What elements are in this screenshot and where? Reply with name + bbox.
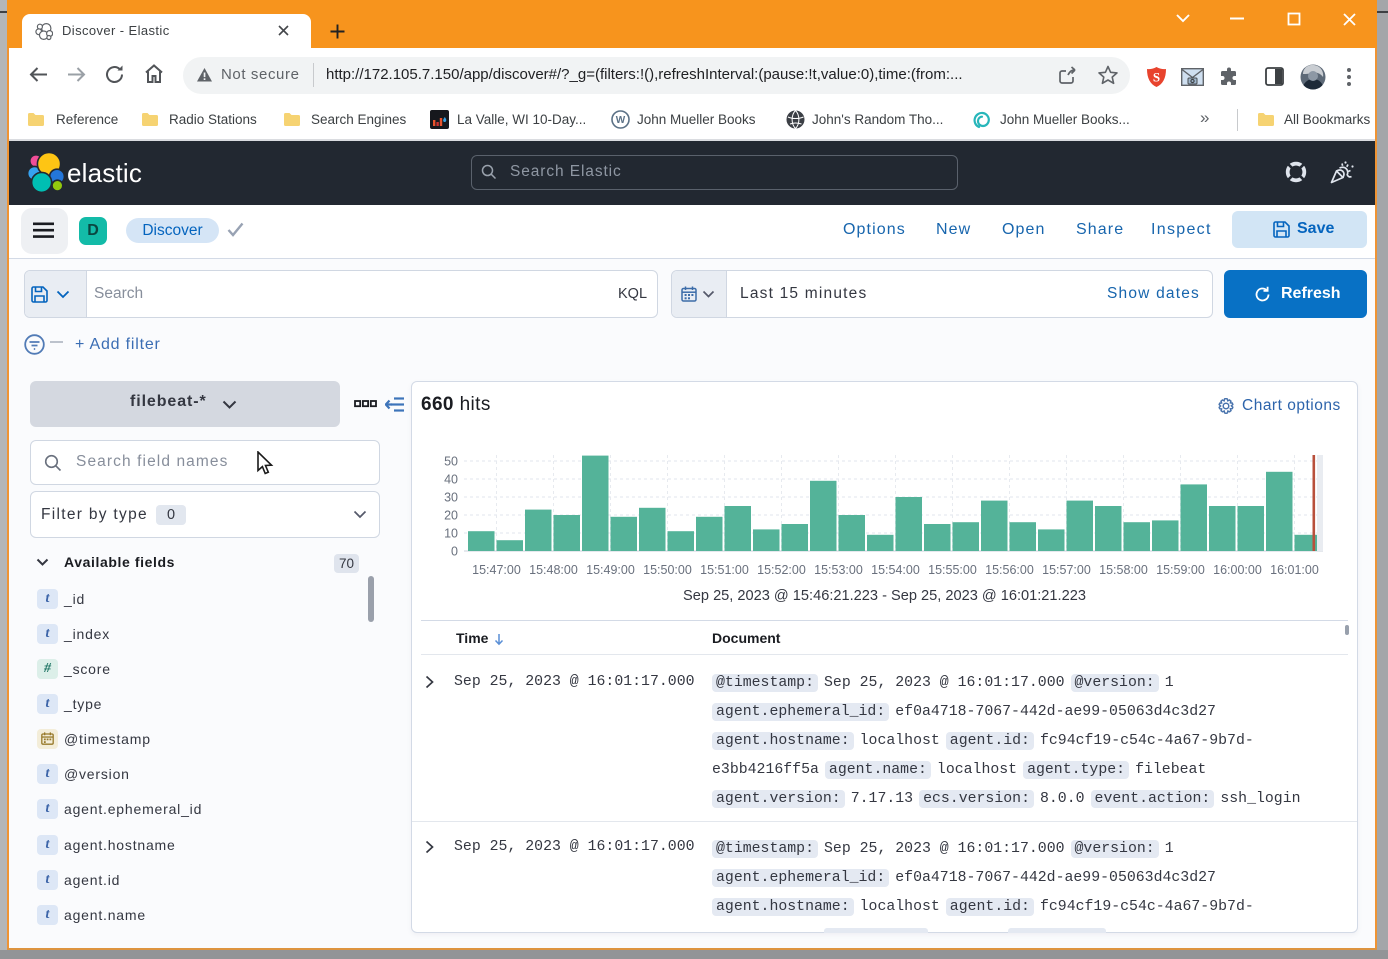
svg-text:40: 40 xyxy=(444,473,458,487)
svg-text:15:51:00: 15:51:00 xyxy=(700,563,749,577)
svg-text:15:56:00: 15:56:00 xyxy=(985,563,1034,577)
svg-text:15:50:00: 15:50:00 xyxy=(643,563,692,577)
svg-text:15:54:00: 15:54:00 xyxy=(871,563,920,577)
svg-text:15:48:00: 15:48:00 xyxy=(529,563,578,577)
svg-text:15:59:00: 15:59:00 xyxy=(1156,563,1205,577)
svg-text:15:58:00: 15:58:00 xyxy=(1099,563,1148,577)
svg-text:15:53:00: 15:53:00 xyxy=(814,563,863,577)
svg-text:W: W xyxy=(616,115,626,126)
svg-text:16:01:00: 16:01:00 xyxy=(1270,563,1319,577)
svg-text:15:47:00: 15:47:00 xyxy=(472,563,521,577)
svg-text:15:57:00: 15:57:00 xyxy=(1042,563,1091,577)
svg-text:0: 0 xyxy=(451,545,458,559)
svg-text:15:52:00: 15:52:00 xyxy=(757,563,806,577)
svg-text:16:00:00: 16:00:00 xyxy=(1213,563,1262,577)
svg-text:30: 30 xyxy=(444,491,458,505)
svg-text:10: 10 xyxy=(444,527,458,541)
svg-text:20: 20 xyxy=(444,509,458,523)
svg-text:S: S xyxy=(1153,70,1160,85)
svg-text:15:49:00: 15:49:00 xyxy=(586,563,635,577)
svg-text:15:55:00: 15:55:00 xyxy=(928,563,977,577)
svg-text:50: 50 xyxy=(444,455,458,469)
